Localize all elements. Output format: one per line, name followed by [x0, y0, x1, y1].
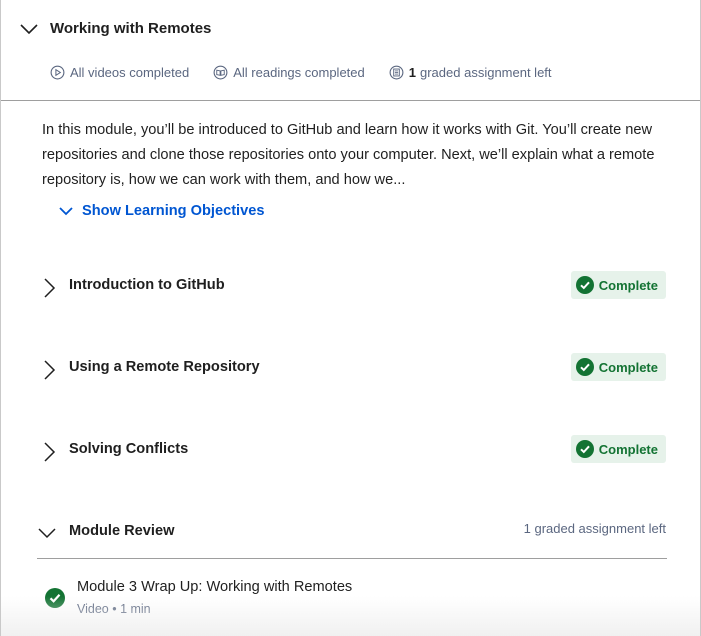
chevron-down-icon — [20, 24, 38, 35]
readings-stat-label: All readings completed — [233, 65, 365, 80]
play-circle-icon — [50, 65, 65, 80]
graded-stat-label: graded assignment left — [420, 65, 552, 80]
check-circle-icon — [575, 440, 594, 458]
module-header: Working with Remotes All videos complete… — [1, 0, 700, 101]
lesson-title: Using a Remote Repository — [69, 359, 260, 375]
assignment-icon — [389, 65, 404, 80]
lesson-title: Solving Conflicts — [69, 441, 189, 457]
module-stats: All videos completed All readings comple… — [50, 65, 576, 80]
check-circle-icon — [45, 588, 65, 608]
check-circle-icon — [575, 276, 594, 294]
chevron-right-icon — [44, 360, 56, 380]
chevron-down-icon — [59, 207, 73, 216]
readings-stat: All readings completed — [213, 65, 365, 80]
status-badge: Complete — [570, 353, 666, 381]
status-label: Complete — [598, 277, 658, 293]
status-badge: Complete — [570, 435, 666, 463]
reading-icon — [213, 65, 228, 80]
lesson-title: Introduction to GitHub — [69, 277, 225, 293]
graded-stat: 1 graded assignment left — [389, 65, 552, 80]
status-badge: Complete — [570, 271, 666, 299]
chevron-right-icon — [44, 442, 56, 462]
item-title: Module 3 Wrap Up: Working with Remotes — [77, 579, 353, 595]
chevron-down-icon[interactable] — [37, 522, 59, 544]
show-learning-objectives-button[interactable]: Show Learning Objectives — [58, 203, 264, 219]
graded-count: 1 — [408, 65, 416, 80]
status-label: Complete — [598, 441, 658, 457]
module-description: In this module, you’ll be introduced to … — [42, 122, 655, 188]
status-label: Complete — [598, 359, 658, 375]
videos-stat-label: All videos completed — [70, 65, 190, 80]
module-card: Working with Remotes All videos complete… — [0, 0, 701, 636]
learning-objectives-label: Show Learning Objectives — [82, 203, 265, 219]
videos-stat: All videos completed — [50, 65, 189, 80]
module-review-title: Module Review — [69, 523, 175, 539]
collapse-module-toggle[interactable] — [18, 18, 40, 40]
chevron-right-icon — [44, 278, 56, 298]
module-review-section: Module Review 1 graded assignment left — [37, 518, 667, 559]
item-meta: Video • 1 min — [77, 602, 151, 616]
lesson-row-introduction-to-github[interactable]: Introduction to GitHub Complete — [37, 271, 667, 305]
graded-assignments-left: 1 graded assignment left — [523, 521, 666, 536]
module-title: Working with Remotes — [50, 20, 212, 37]
lesson-row-using-a-remote-repository[interactable]: Using a Remote Repository Complete — [37, 353, 667, 387]
check-circle-icon — [575, 358, 594, 376]
lesson-row-solving-conflicts[interactable]: Solving Conflicts Complete — [37, 435, 667, 469]
review-item-wrap-up-video[interactable]: Module 3 Wrap Up: Working with Remotes V… — [45, 576, 645, 620]
